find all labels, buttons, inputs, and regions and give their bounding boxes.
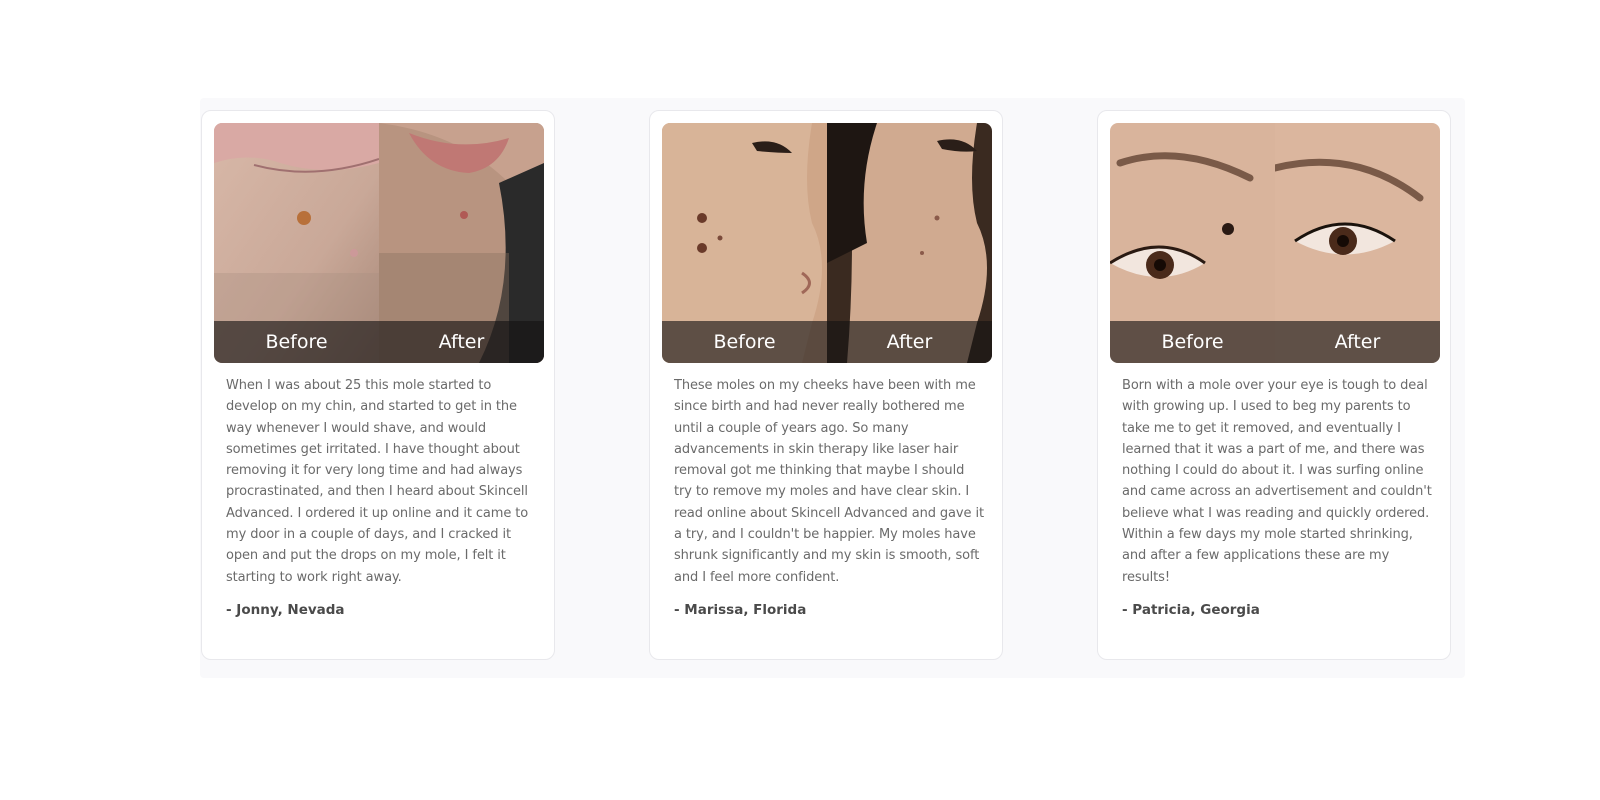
after-image: After (827, 123, 992, 363)
before-label: Before (662, 321, 827, 363)
testimonial-text: When I was about 25 this mole started to… (226, 378, 529, 585)
before-after-photo: Before After (214, 123, 544, 363)
after-image: After (1275, 123, 1440, 363)
before-label: Before (214, 321, 379, 363)
after-label: After (379, 321, 544, 363)
before-after-photo: Before After (662, 123, 992, 363)
testimonial-author: - Marissa, Florida (674, 602, 807, 618)
before-image: Before (214, 123, 379, 363)
before-image: Before (1110, 123, 1275, 363)
after-label: After (827, 321, 992, 363)
testimonial-author: - Patricia, Georgia (1122, 602, 1260, 618)
testimonial-text: Born with a mole over your eye is tough … (1122, 378, 1432, 585)
testimonial-card: Before After Born with a mole over your … (1097, 110, 1451, 660)
before-label: Before (1110, 321, 1275, 363)
testimonial-author: - Jonny, Nevada (226, 602, 345, 618)
after-label: After (1275, 321, 1440, 363)
after-image: After (379, 123, 544, 363)
testimonial-text: These moles on my cheeks have been with … (674, 378, 984, 585)
testimonial-card: Before After When I was about 25 this mo… (201, 110, 555, 660)
before-image: Before (662, 123, 827, 363)
testimonial-card: Before After These moles on my cheeks ha… (649, 110, 1003, 660)
before-after-photo: Before After (1110, 123, 1440, 363)
